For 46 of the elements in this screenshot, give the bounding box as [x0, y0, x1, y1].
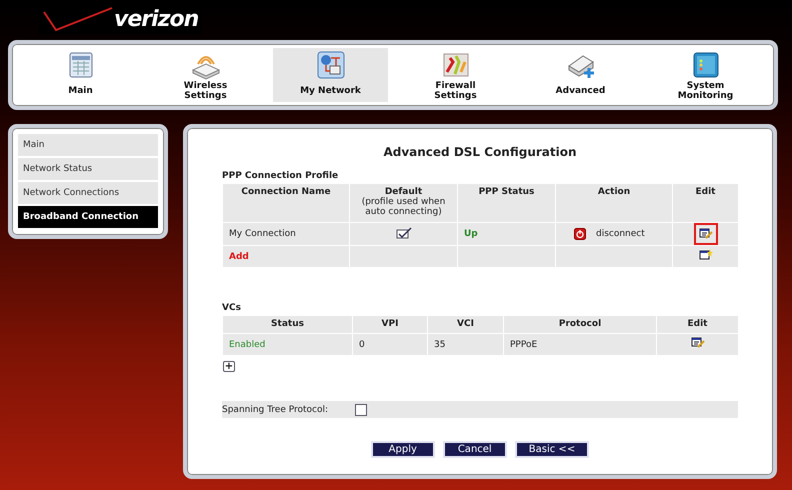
- edit-icon[interactable]: [690, 337, 704, 349]
- sidebar-item[interactable]: Network Status: [18, 158, 158, 180]
- nav-tab[interactable]: System Monitoring: [648, 48, 763, 102]
- column-header: VCI: [457, 319, 474, 329]
- nav-tab[interactable]: Advanced: [523, 48, 638, 102]
- form-button[interactable]: Apply: [370, 441, 435, 458]
- table-cell: Enabled: [229, 340, 266, 350]
- field-label: Spanning Tree Protocol:: [222, 404, 330, 414]
- network-icon: [316, 50, 346, 80]
- sidebar-item[interactable]: Broadband Connection: [18, 206, 158, 228]
- sidebar-item[interactable]: Main: [18, 134, 158, 156]
- table-cell: 0: [359, 340, 365, 350]
- column-header: Protocol: [558, 319, 602, 329]
- table-cell: Up: [464, 229, 478, 239]
- column-header: Default: [384, 187, 422, 197]
- column-header: VPI: [382, 319, 398, 329]
- edit-icon[interactable]: [698, 228, 712, 240]
- verizon-logo: verizon: [114, 8, 198, 32]
- column-note: (profile used when auto connecting): [360, 197, 446, 217]
- section-title: VCs: [222, 303, 241, 313]
- new-document-icon[interactable]: [698, 249, 712, 261]
- form-button[interactable]: Cancel: [442, 441, 507, 458]
- add-button[interactable]: +: [223, 361, 235, 372]
- add-link[interactable]: Add: [229, 252, 249, 262]
- column-header: PPP Status: [478, 187, 534, 197]
- checkmark-icon: [42, 6, 114, 32]
- column-header: Connection Name: [241, 187, 331, 197]
- sidebar-item[interactable]: Network Connections: [18, 182, 158, 204]
- table-cell: My Connection: [229, 229, 296, 239]
- column-header: Status: [271, 319, 304, 329]
- table-cell: PPPoE: [510, 340, 538, 350]
- form-button[interactable]: Basic <<: [514, 441, 590, 458]
- nav-tab[interactable]: My Network: [273, 48, 388, 102]
- nav-tab[interactable]: Firewall Settings: [398, 48, 513, 102]
- section-title: PPP Connection Profile: [222, 171, 338, 181]
- nav-tab[interactable]: Wireless Settings: [148, 48, 263, 102]
- disconnect-link[interactable]: disconnect: [596, 229, 645, 239]
- page-title: Advanced DSL Configuration: [382, 145, 578, 159]
- column-header: Edit: [688, 319, 708, 329]
- checkbox[interactable]: [355, 404, 367, 416]
- nav-tab[interactable]: Main: [23, 48, 138, 102]
- column-header: Action: [598, 187, 630, 197]
- power-icon[interactable]: [574, 228, 586, 240]
- monitor-icon: [690, 50, 720, 80]
- table-cell: 35: [434, 340, 446, 350]
- column-header: Edit: [696, 187, 716, 197]
